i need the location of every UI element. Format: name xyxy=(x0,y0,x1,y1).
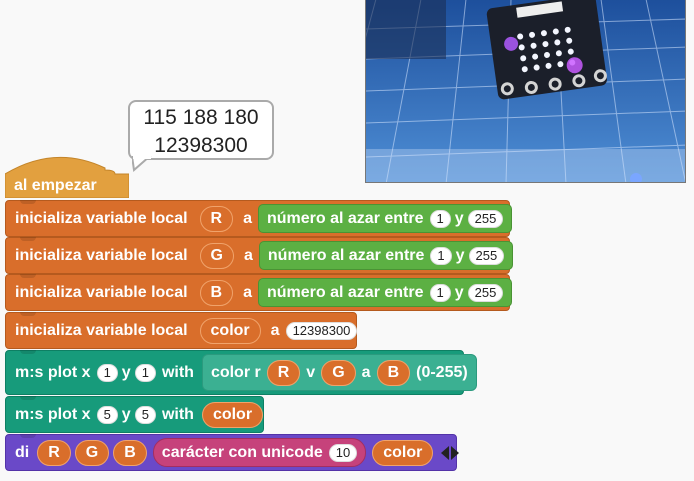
color-r-label: color r xyxy=(210,363,261,381)
var-r-pill[interactable]: R xyxy=(199,205,234,232)
init-var-r-block[interactable]: inicializa variable local R a número al … xyxy=(5,200,513,237)
range-label: (0-255) xyxy=(416,363,468,381)
max-input[interactable]: 255 xyxy=(468,246,505,265)
say-block[interactable]: di R G B carácter con unicode 10 color xyxy=(5,434,460,471)
say-label: di xyxy=(15,443,30,461)
speech-bubble: 115 188 180 12398300 xyxy=(128,100,274,160)
and-label: y xyxy=(454,283,464,301)
to-label: a xyxy=(243,283,252,301)
unicode-char-block[interactable]: carácter con unicode 10 xyxy=(152,438,367,467)
arrow-right-icon[interactable] xyxy=(451,445,460,460)
a-label: a xyxy=(361,363,371,381)
init-label: inicializa variable local xyxy=(15,209,188,227)
with-label: with xyxy=(161,405,194,423)
unicode-code-input[interactable]: 10 xyxy=(328,443,358,462)
camera-photo xyxy=(365,0,686,183)
color-value-input[interactable]: 12398300 xyxy=(285,321,358,340)
g-var-pill[interactable]: G xyxy=(74,439,110,466)
when-start-label: al empezar xyxy=(14,177,97,194)
min-input[interactable]: 1 xyxy=(429,283,451,302)
init-label: inicializa variable local xyxy=(15,246,188,264)
plot-y-input[interactable]: 5 xyxy=(134,405,156,424)
var-b-pill[interactable]: B xyxy=(199,279,234,306)
to-label: a xyxy=(270,321,280,339)
plot-y-input[interactable]: 1 xyxy=(134,363,156,382)
color-rgb-block[interactable]: color r R v G a B (0-255) xyxy=(201,354,477,391)
b-var-pill[interactable]: B xyxy=(376,359,411,386)
plot-label: m:s plot x xyxy=(15,405,91,423)
and-label: y xyxy=(455,246,465,264)
r-var-pill[interactable]: R xyxy=(37,439,71,466)
expand-arrows[interactable] xyxy=(441,445,460,460)
y-label: y xyxy=(121,405,131,423)
init-var-b-block[interactable]: inicializa variable local B a número al … xyxy=(5,274,513,311)
g-var-pill[interactable]: G xyxy=(321,359,356,386)
init-label: inicializa variable local xyxy=(15,283,188,301)
v-label: v xyxy=(306,363,316,381)
color-var-pill[interactable]: color xyxy=(372,439,434,466)
max-input[interactable]: 255 xyxy=(467,209,504,228)
random-label: número al azar entre xyxy=(267,283,424,301)
bubble-line-1: 115 188 180 xyxy=(143,106,259,129)
plot-label: m:s plot x xyxy=(15,363,91,381)
plot-x-input[interactable]: 1 xyxy=(96,363,118,382)
random-block[interactable]: número al azar entre 1 y 255 xyxy=(258,204,513,233)
to-label: a xyxy=(243,246,253,264)
init-label: inicializa variable local xyxy=(15,321,188,339)
y-label: y xyxy=(121,363,131,381)
random-block[interactable]: número al azar entre 1 y 255 xyxy=(258,278,513,307)
unicode-label: carácter con unicode xyxy=(161,443,323,461)
random-label: número al azar entre xyxy=(267,209,424,227)
plot-block-2[interactable]: m:s plot x 5 y 5 with color xyxy=(5,396,264,433)
color-var-pill[interactable]: color xyxy=(201,401,264,428)
with-label: with xyxy=(161,363,194,381)
bubble-tail xyxy=(132,156,152,172)
arrow-left-icon[interactable] xyxy=(441,445,450,460)
r-var-pill[interactable]: R xyxy=(266,359,301,386)
max-input[interactable]: 255 xyxy=(467,283,504,302)
min-input[interactable]: 1 xyxy=(429,209,451,228)
b-var-pill[interactable]: B xyxy=(113,439,147,466)
init-var-color-block[interactable]: inicializa variable local color a 123983… xyxy=(5,312,358,349)
plot-x-input[interactable]: 5 xyxy=(96,405,118,424)
and-label: y xyxy=(454,209,464,227)
plot-block-1[interactable]: m:s plot x 1 y 1 with color r R v G a B … xyxy=(5,350,477,395)
var-color-pill[interactable]: color xyxy=(199,317,261,344)
microbit-photo xyxy=(366,0,685,182)
random-block[interactable]: número al azar entre 1 y 255 xyxy=(258,241,514,270)
min-input[interactable]: 1 xyxy=(430,246,452,265)
init-var-g-block[interactable]: inicializa variable local G a número al … xyxy=(5,237,514,274)
to-label: a xyxy=(243,209,252,227)
var-g-pill[interactable]: G xyxy=(199,242,234,269)
random-label: número al azar entre xyxy=(267,246,425,264)
